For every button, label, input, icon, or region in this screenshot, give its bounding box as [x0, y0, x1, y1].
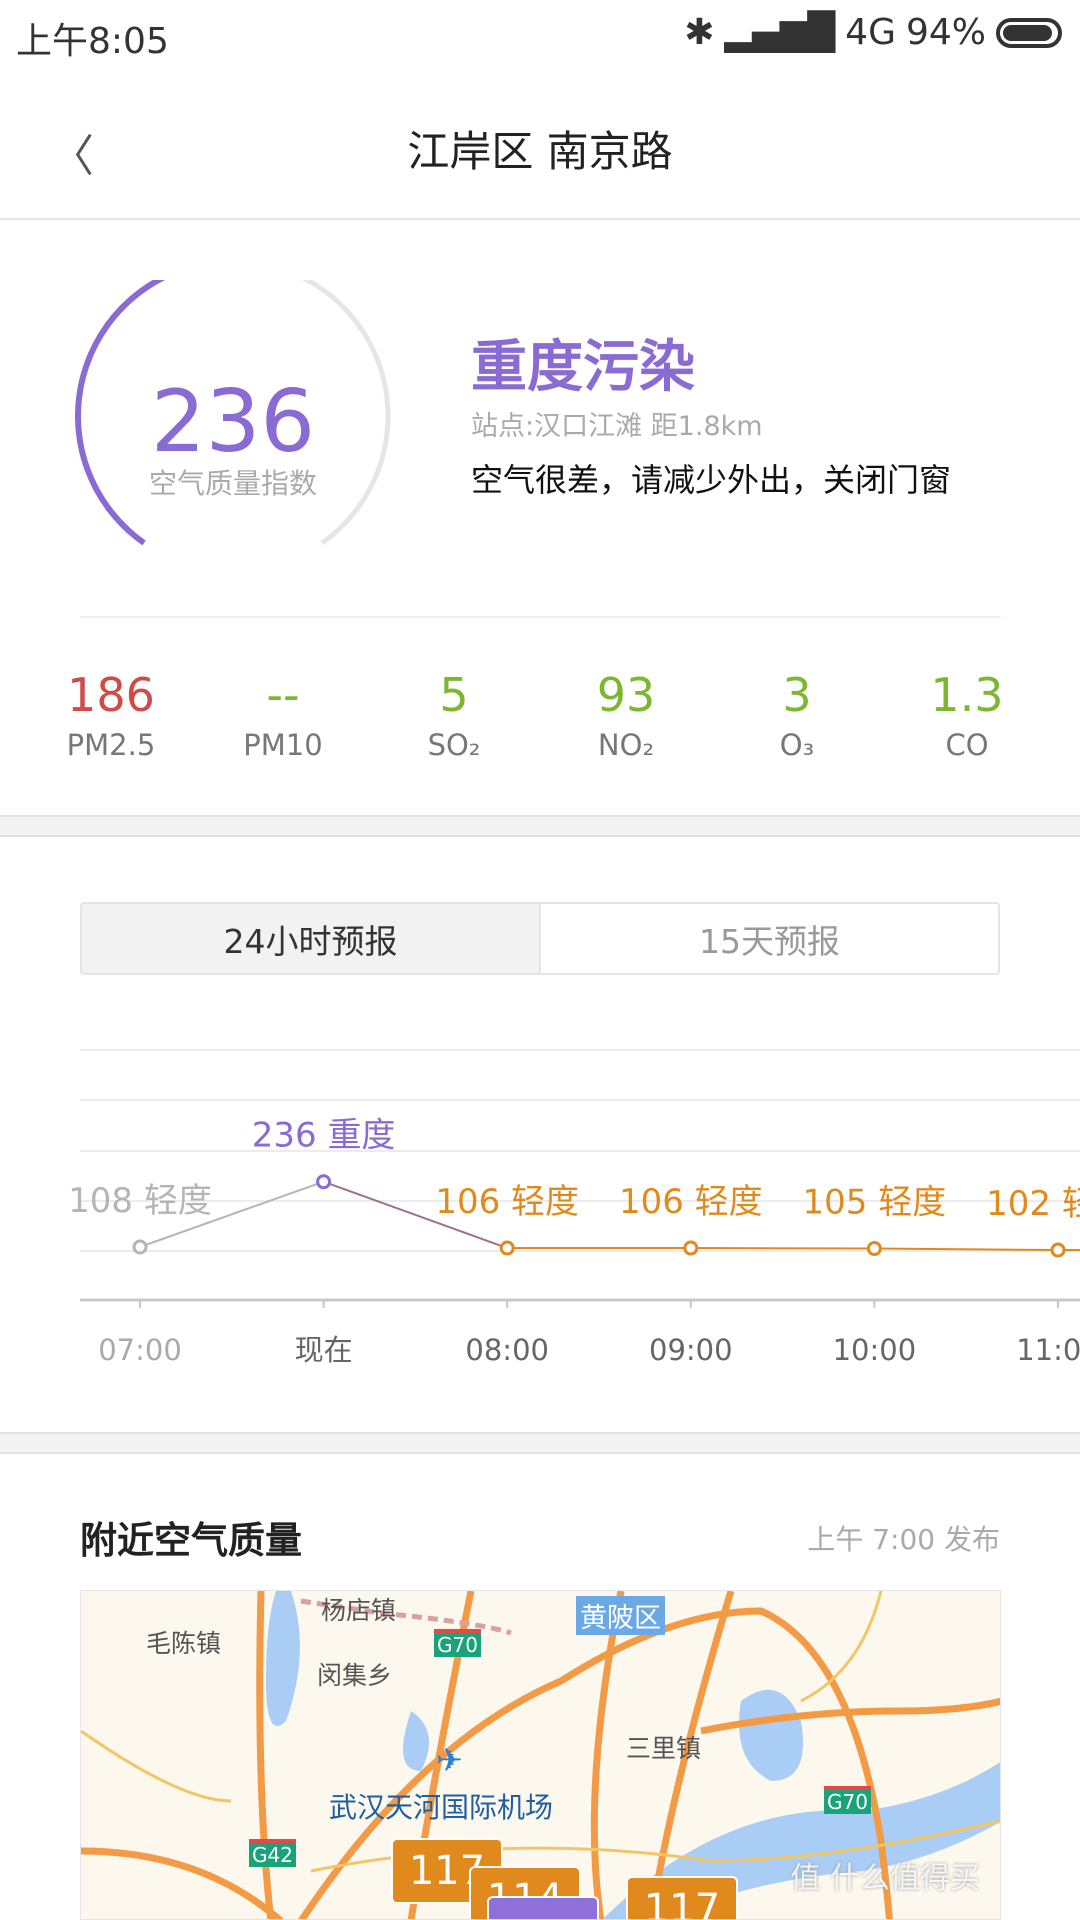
divider: [80, 616, 1001, 618]
map-label: 闵集乡: [317, 1661, 393, 1690]
tab-24h-forecast[interactable]: 24小时预报: [82, 904, 541, 973]
pollutant-label: O₃: [779, 728, 815, 762]
x-tick-label: 08:00: [465, 1333, 549, 1367]
highway-sign: G70: [824, 1786, 871, 1814]
pollutant-value: 5: [439, 668, 469, 722]
airport-icon: ✈: [436, 1741, 463, 1779]
data-point: [316, 1174, 332, 1190]
forecast-tabs: 24小时预报 15天预报: [80, 902, 1000, 975]
aqi-label: 空气质量指数: [148, 467, 317, 500]
pollutant-value: --: [266, 668, 300, 722]
x-tick-label: 10:00: [833, 1333, 917, 1367]
data-point: [499, 1240, 515, 1256]
status-time: 上午8:05: [16, 21, 169, 62]
data-label: 108 轻度: [68, 1181, 212, 1221]
signal-icon: ▂▄▆█: [724, 12, 836, 53]
map-label-airport: 武汉天河国际机场: [329, 1791, 554, 1824]
data-label: 106 轻度: [435, 1182, 579, 1222]
x-tick-label: 09:00: [649, 1333, 733, 1367]
publish-time: 上午 7:00 发布: [807, 1523, 1000, 1556]
header: 〈 江岸区 南京路: [0, 70, 1080, 220]
map-label: 三里镇: [626, 1734, 702, 1763]
battery-icon: [996, 17, 1062, 48]
series-line: [690, 1247, 875, 1250]
station-info: 站点:汉口江滩 距1.8km: [471, 411, 763, 442]
network-type: 4G: [845, 12, 896, 53]
pollutant-o: 3 O₃: [712, 668, 882, 762]
data-label: 106 轻度: [619, 1182, 763, 1222]
pollutant-label: SO₂: [427, 728, 481, 762]
section-separator: [0, 815, 1080, 837]
forecast-chart: 108 轻度 07:00 236 重度现在 106 轻度 08:00 106 轻度 09:0…: [68, 1049, 1080, 1367]
pollutant-value: 186: [67, 668, 155, 722]
data-point: [866, 1241, 882, 1257]
x-tick-label: 现在: [295, 1333, 353, 1367]
map-label: 毛陈镇: [146, 1629, 222, 1658]
aqi-value: 236: [150, 372, 316, 472]
pollutant-label: PM10: [243, 728, 323, 762]
aqi-map-marker[interactable]: [487, 1896, 599, 1919]
pollutant-label: NO₂: [597, 728, 655, 762]
pollutant-label: PM2.5: [66, 728, 156, 762]
highway-sign: G70: [434, 1629, 481, 1657]
map-label: 杨店镇: [321, 1596, 397, 1625]
pollution-level: 重度污染: [471, 335, 695, 400]
battery-percent: 94%: [905, 12, 986, 53]
data-label: 102 轻度: [986, 1184, 1080, 1224]
x-tick-label: 11:00: [1016, 1333, 1080, 1367]
tab-15day-forecast[interactable]: 15天预报: [541, 904, 998, 973]
health-advice: 空气很差，请减少外出，关闭门窗: [471, 461, 952, 499]
pollutant-value: 3: [782, 668, 812, 722]
pollutant-so: 5 SO₂: [369, 668, 539, 762]
pollutant-co: 1.3 CO: [882, 668, 1052, 762]
data-point: [132, 1239, 148, 1255]
pollutant-label: CO: [945, 728, 989, 762]
highway-sign: G42: [249, 1839, 296, 1867]
nearby-map[interactable]: 杨店镇 毛陈镇 闵集乡 黄陂区 三里镇 武汉天河国际机场 ✈ G70 G42 G…: [80, 1590, 1001, 1920]
pollutant-no: 93 NO₂: [541, 668, 711, 762]
data-label: 105 轻度: [803, 1183, 947, 1223]
map-label-district: 黄陂区: [576, 1596, 665, 1635]
page-title: 江岸区 南京路: [407, 127, 673, 176]
status-bar: 上午8:05 ✱ ▂▄▆█ 4G 94%: [0, 0, 1080, 70]
data-point: [683, 1240, 699, 1256]
x-tick-label: 07:00: [98, 1333, 182, 1367]
watermark-logo: 值 什么值得买: [790, 1861, 980, 1896]
aqi-map-marker[interactable]: 117: [626, 1876, 738, 1919]
series-line: [874, 1247, 1059, 1252]
data-point: [1050, 1242, 1066, 1258]
nearby-title: 附近空气质量: [80, 1519, 302, 1562]
pollutant-pm25: 186 PM2.5: [26, 668, 196, 762]
pollutant-pm10: -- PM10: [198, 668, 368, 762]
section-separator: [0, 1432, 1080, 1454]
pollutant-value: 93: [596, 668, 656, 722]
pollutant-value: 1.3: [930, 668, 1004, 722]
data-label: 236 重度: [252, 1116, 396, 1156]
bluetooth-icon: ✱: [684, 12, 715, 53]
